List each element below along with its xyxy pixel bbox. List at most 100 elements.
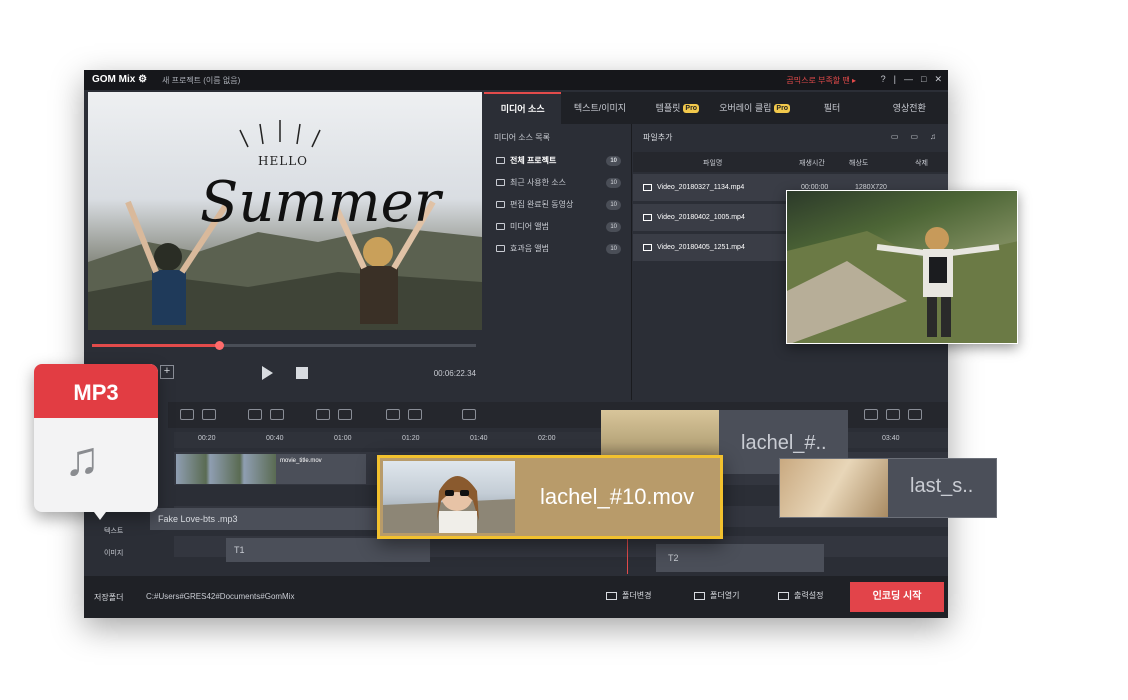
tab-transition[interactable]: 영상전환 — [871, 92, 948, 124]
clip-thumbnail — [383, 461, 515, 533]
timecode: 00:06:22.34 — [433, 369, 476, 378]
image-view-icon[interactable]: ▭ — [910, 132, 918, 141]
video-view-icon[interactable]: ▭ — [891, 132, 899, 141]
tab-overlay-clip[interactable]: 오버레이 클립 Pro — [716, 92, 793, 124]
volume-icon[interactable] — [386, 409, 400, 420]
mp3-card: MP3 ♫ — [34, 364, 158, 512]
maximize-button[interactable]: □ — [921, 74, 926, 85]
ruler-tick: 01:40 — [470, 435, 488, 442]
export-icon[interactable] — [908, 409, 922, 420]
help-button[interactable]: ? — [881, 74, 886, 85]
mute-icon[interactable] — [408, 409, 422, 420]
col-resolution[interactable]: 해상도 — [849, 158, 868, 168]
output-settings-button[interactable]: 출력설정 — [778, 590, 823, 601]
ruler-tick: 00:20 — [198, 435, 216, 442]
snapshot-icon[interactable] — [864, 409, 878, 420]
speed-icon[interactable] — [462, 409, 476, 420]
bottom-bar: 저장폴더 C:#Users#GRES42#Documents#GomMix 폴더… — [84, 576, 948, 618]
window-controls: ? | — □ ✕ — [881, 74, 942, 85]
divider: | — [893, 74, 897, 84]
text-clip-t1[interactable]: T1 — [226, 538, 430, 562]
tab-filter[interactable]: 필터 — [793, 92, 870, 124]
audio-clip[interactable]: Fake Love-bts .mp3 — [150, 508, 378, 530]
cut-icon[interactable] — [180, 409, 194, 420]
zoom-in-icon[interactable] — [338, 409, 352, 420]
text-clip-t2[interactable]: T2 — [656, 544, 824, 572]
clip-thumbnails — [176, 454, 276, 484]
panel-tabs: 미디어 소스 텍스트/이미지 템플릿 Pro 오버레이 클립 Pro 필터 영상전환 — [484, 92, 948, 124]
tab-text-image[interactable]: 텍스트/이미지 — [561, 92, 638, 124]
music-note-icon: ♫ — [64, 433, 100, 486]
minimize-button[interactable]: — — [904, 74, 913, 85]
clip-thumbnail — [780, 459, 888, 517]
trim-end-icon[interactable] — [270, 409, 284, 420]
seek-progress — [92, 344, 219, 347]
media-source-list: 미디어 소스 목록 전체 프로젝트 10 최근 사용한 소스 10 편집 완료된 동… — [484, 124, 632, 400]
ruler-tick: 01:20 — [402, 435, 420, 442]
source-item-edited[interactable]: 편집 완료된 동영상 10 — [484, 194, 631, 216]
seek-handle[interactable] — [214, 341, 224, 350]
video-preview[interactable]: HELLO Summer — [88, 92, 482, 330]
hiker-photo-overlay — [786, 190, 1018, 344]
view-mode-icons: ▭ ▭ ♫ — [891, 132, 936, 141]
play-icon[interactable] — [262, 366, 273, 380]
folder-icon — [496, 179, 505, 187]
source-item-media-album[interactable]: 미디어 앨범 10 — [484, 216, 631, 238]
open-folder-button[interactable]: 폴더열기 — [694, 590, 739, 601]
clip-name: last_s.. — [910, 475, 974, 497]
film-icon — [643, 244, 652, 251]
hiker-image — [787, 227, 1017, 343]
ruler-tick: 00:40 — [266, 435, 284, 442]
count-badge: 10 — [606, 200, 621, 210]
track-label-text: 텍스트 — [104, 528, 124, 535]
source-list-header: 미디어 소스 목록 — [494, 133, 550, 142]
preview-hello-text: HELLO — [258, 154, 308, 168]
audio-view-icon[interactable]: ♫ — [930, 132, 936, 141]
track-label-image: 이미지 — [104, 550, 124, 557]
count-badge: 10 — [606, 244, 621, 254]
folder-icon — [496, 223, 505, 231]
source-item-recent[interactable]: 최근 사용한 소스 10 — [484, 172, 631, 194]
swap-folder-icon — [606, 591, 617, 600]
clip-name: lachel_#10.mov — [540, 484, 695, 509]
change-folder-button[interactable]: 폴더변경 — [606, 590, 651, 601]
stop-icon[interactable] — [296, 367, 308, 379]
source-item-all[interactable]: 전체 프로젝트 10 — [484, 150, 631, 172]
promo-link[interactable]: 곰믹스로 부족할 땐 ▸ — [786, 75, 856, 86]
split-icon[interactable] — [202, 409, 216, 420]
start-encoding-button[interactable]: 인코딩 시작 — [850, 582, 944, 612]
mp3-badge: MP3 ♫ — [34, 364, 158, 520]
project-title: 새 프로젝트 (이름 없음) — [162, 76, 241, 85]
overlay-clip-last: last_s.. — [779, 458, 997, 518]
trim-start-icon[interactable] — [248, 409, 262, 420]
folder-icon — [694, 591, 705, 600]
col-delete: 삭제 — [915, 160, 928, 167]
clip-name: lachel_#.. — [741, 432, 827, 454]
video-clip[interactable]: movie_title.mov — [176, 454, 366, 484]
col-name[interactable]: 파일명 — [703, 158, 722, 168]
add-marker-button[interactable]: + — [160, 365, 174, 379]
save-folder-path: C:#Users#GRES42#Documents#GomMix — [146, 592, 295, 601]
add-file-button[interactable]: 파일추가 — [643, 132, 672, 143]
selected-clip-lachel: lachel_#10.mov — [377, 455, 723, 539]
count-badge: 10 — [606, 178, 621, 188]
count-badge: 10 — [606, 156, 621, 166]
badge-tail — [88, 504, 112, 520]
film-icon — [643, 184, 652, 191]
count-badge: 10 — [606, 222, 621, 232]
edit-icon[interactable] — [886, 409, 900, 420]
film-icon — [643, 214, 652, 221]
pro-badge: Pro — [683, 104, 700, 114]
zoom-out-icon[interactable] — [316, 409, 330, 420]
preview-summer-text: Summer — [200, 170, 441, 235]
clip-name: movie_title.mov — [280, 458, 322, 464]
woman-image — [383, 476, 515, 533]
tab-media-source[interactable]: 미디어 소스 — [484, 92, 562, 124]
tab-template[interactable]: 템플릿 Pro — [639, 92, 716, 124]
ruler-tick: 01:00 — [334, 435, 352, 442]
close-button[interactable]: ✕ — [934, 74, 942, 85]
seek-bar[interactable] — [92, 341, 476, 350]
col-duration[interactable]: 재생시간 — [799, 158, 825, 168]
source-item-sfx-album[interactable]: 효과음 앨범 10 — [484, 238, 631, 260]
save-folder-label: 저장폴더 — [94, 593, 124, 602]
